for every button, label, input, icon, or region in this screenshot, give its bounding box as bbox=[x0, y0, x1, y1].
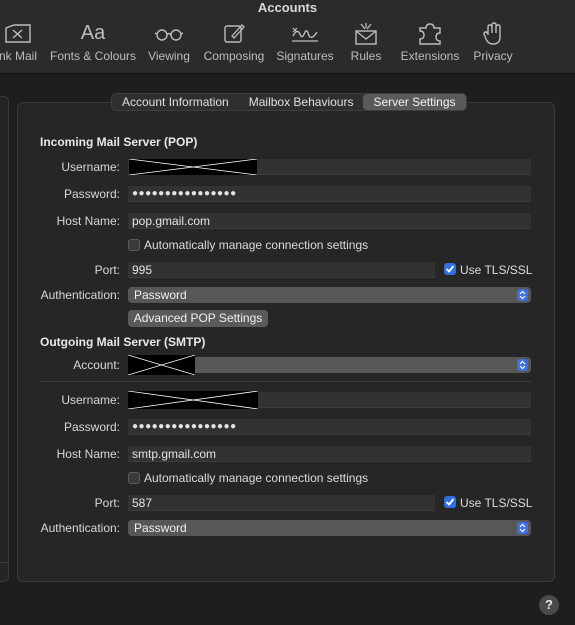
toolbar-label: Composing bbox=[203, 49, 265, 63]
incoming-tls-checkbox[interactable] bbox=[444, 263, 456, 275]
outgoing-password-field[interactable]: ●●●●●●●●●●●●●●●● bbox=[128, 419, 531, 435]
checkmark-icon bbox=[445, 265, 455, 273]
incoming-username-label: Username: bbox=[61, 160, 120, 174]
toolbar-fonts-colours[interactable]: Aa Fonts & Colours bbox=[50, 22, 136, 68]
rules-icon bbox=[355, 23, 377, 45]
toolbar-label: Privacy bbox=[473, 49, 513, 63]
tab-mailbox-behaviours[interactable]: Mailbox Behaviours bbox=[239, 94, 364, 110]
glasses-icon bbox=[154, 29, 184, 41]
incoming-host-field[interactable]: pop.gmail.com bbox=[128, 213, 531, 229]
toolbar-label: Extensions bbox=[400, 49, 460, 63]
toolbar-label: Rules bbox=[350, 49, 382, 63]
junk-mail-icon bbox=[5, 24, 31, 43]
tab-account-information[interactable]: Account Information bbox=[112, 94, 239, 110]
advanced-pop-settings-button[interactable]: Advanced POP Settings bbox=[128, 310, 268, 327]
outgoing-username-label: Username: bbox=[61, 393, 120, 407]
redacted-username bbox=[129, 159, 257, 175]
section-divider bbox=[40, 381, 531, 382]
outgoing-port-label: Port: bbox=[94, 496, 120, 510]
incoming-auth-value: Password bbox=[134, 288, 187, 302]
incoming-password-field[interactable]: ●●●●●●●●●●●●●●●● bbox=[128, 186, 531, 202]
outgoing-host-field[interactable]: smtp.gmail.com bbox=[128, 446, 531, 462]
outgoing-section-title: Outgoing Mail Server (SMTP) bbox=[40, 335, 206, 349]
tab-bar: Account Information Mailbox Behaviours S… bbox=[111, 93, 467, 111]
outgoing-tls-checkbox[interactable] bbox=[444, 496, 456, 508]
incoming-host-label: Host Name: bbox=[56, 214, 120, 228]
checkmark-icon bbox=[445, 498, 455, 506]
outgoing-auto-manage-checkbox[interactable] bbox=[128, 472, 140, 484]
redacted-account bbox=[128, 355, 195, 375]
compose-icon bbox=[224, 24, 245, 43]
toolbar-composing[interactable]: Composing bbox=[202, 22, 266, 68]
toolbar-label: nk Mail bbox=[0, 49, 37, 63]
chevron-updown-icon bbox=[517, 289, 528, 301]
outgoing-auth-popup[interactable]: Password bbox=[128, 520, 531, 536]
outgoing-account-label: Account: bbox=[73, 358, 120, 372]
toolbar-privacy[interactable]: Privacy bbox=[470, 22, 516, 68]
incoming-auto-manage-label: Automatically manage connection settings bbox=[144, 238, 369, 252]
accounts-list-footer bbox=[0, 562, 9, 582]
toolbar-junk-mail[interactable]: nk Mail bbox=[0, 22, 44, 68]
toolbar-label: Fonts & Colours bbox=[50, 49, 137, 63]
help-button[interactable]: ? bbox=[539, 595, 559, 615]
hand-icon bbox=[483, 22, 501, 45]
incoming-port-label: Port: bbox=[94, 263, 120, 277]
incoming-auth-popup[interactable]: Password bbox=[128, 287, 531, 303]
outgoing-tls-label: Use TLS/SSL bbox=[460, 496, 533, 510]
toolbar-extensions[interactable]: Extensions bbox=[398, 22, 462, 68]
toolbar-rules[interactable]: Rules bbox=[346, 22, 386, 68]
outgoing-port-field[interactable]: 587 bbox=[128, 495, 435, 511]
tab-server-settings[interactable]: Server Settings bbox=[363, 94, 466, 110]
chevron-updown-icon bbox=[517, 359, 528, 371]
outgoing-auth-value: Password bbox=[134, 521, 187, 535]
outgoing-auto-manage-label: Automatically manage connection settings bbox=[144, 471, 369, 485]
preferences-toolbar: Accounts nk Mail Aa Fonts & Colours View… bbox=[0, 0, 575, 74]
toolbar-label: Signatures bbox=[276, 49, 334, 63]
fonts-icon: Aa bbox=[80, 22, 106, 44]
incoming-section-title: Incoming Mail Server (POP) bbox=[40, 135, 198, 149]
toolbar-signatures[interactable]: Signatures bbox=[274, 22, 336, 68]
outgoing-password-label: Password: bbox=[63, 420, 120, 434]
toolbar-viewing[interactable]: Viewing bbox=[146, 22, 192, 68]
puzzle-icon bbox=[419, 23, 441, 45]
toolbar-label: Viewing bbox=[148, 49, 190, 63]
outgoing-auth-label: Authentication: bbox=[40, 521, 120, 535]
outgoing-host-label: Host Name: bbox=[56, 447, 120, 461]
redacted-username bbox=[128, 391, 258, 409]
incoming-port-field[interactable]: 995 bbox=[128, 262, 435, 278]
incoming-auto-manage-checkbox[interactable] bbox=[128, 239, 140, 251]
incoming-tls-label: Use TLS/SSL bbox=[460, 263, 533, 277]
incoming-password-label: Password: bbox=[63, 187, 120, 201]
signature-icon bbox=[292, 27, 318, 42]
incoming-auth-label: Authentication: bbox=[40, 288, 120, 302]
chevron-updown-icon bbox=[517, 522, 528, 534]
window-title: Accounts bbox=[257, 0, 318, 15]
